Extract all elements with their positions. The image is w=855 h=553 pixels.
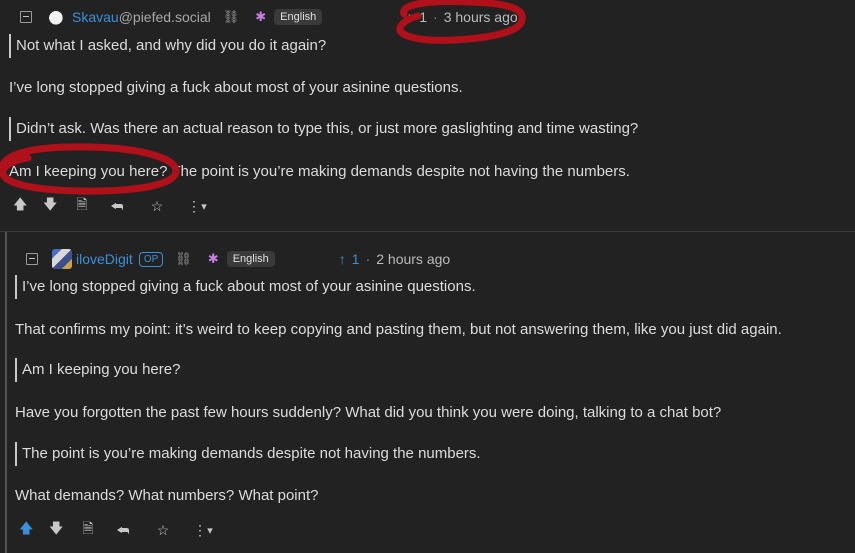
language-icon: ✱ [255, 9, 267, 24]
upvote-button[interactable]: 🡅 [13, 194, 27, 218]
downvote-button[interactable]: 🡇 [43, 194, 57, 218]
link-icon[interactable]: ⛓ [223, 9, 240, 25]
quote-block: The point is you’re making demands despi… [15, 442, 481, 466]
quote-block: Didn’t ask. Was there an actual reason t… [9, 117, 638, 141]
timestamp[interactable]: 2 hours ago [376, 251, 450, 267]
quote-block: Not what I asked, and why did you do it … [9, 34, 326, 58]
username-link[interactable]: Skavau [72, 9, 119, 25]
chevron-down-icon[interactable]: ▾ [205, 524, 215, 537]
comment-paragraph: That confirms my point: it’s weird to ke… [15, 321, 782, 338]
score-arrow-icon: ↑ [338, 251, 346, 267]
upvote-button[interactable]: 🡅 [19, 518, 33, 542]
chevron-down-icon[interactable]: ▾ [199, 200, 209, 213]
avatar[interactable] [52, 249, 72, 269]
comment-paragraph: I’ve long stopped giving a fuck about mo… [9, 79, 463, 96]
score-arrow-icon: ↑ [406, 9, 414, 25]
language-badge: English [274, 9, 323, 25]
link-icon[interactable]: ⛓ [175, 251, 192, 267]
separator-dot: · [433, 9, 438, 25]
comment-paragraph: Am I keeping you here? The point is you’… [9, 163, 630, 180]
view-source-button[interactable]: 🗎 [75, 194, 89, 218]
quote-block: I’ve long stopped giving a fuck about mo… [15, 275, 476, 299]
collapse-icon[interactable] [26, 253, 38, 265]
avatar[interactable] [46, 9, 68, 25]
more-options-button[interactable]: ⋮ [187, 198, 201, 215]
score-value: 1 [419, 9, 428, 25]
comment-header: iloveDigit OP ⛓ ✱ English ↑ 1 · 2 hours … [26, 249, 450, 269]
reply-button[interactable]: ⮪ [109, 198, 125, 215]
language-badge: English [226, 251, 275, 267]
comment-actions: 🡅 🡇 🗎 ⮪ ☆ ⋮ ▾ [13, 194, 209, 218]
separator-dot: · [365, 251, 371, 267]
op-badge: OP [138, 251, 164, 267]
comment-paragraph: Have you forgotten the past few hours su… [15, 404, 722, 421]
bookmark-button[interactable]: ☆ [155, 522, 171, 539]
view-source-button[interactable]: 🗎 [81, 518, 95, 542]
reply-button[interactable]: ⮪ [115, 522, 131, 539]
username-link[interactable]: iloveDigit [76, 251, 133, 267]
score-value: 1 [351, 251, 360, 267]
downvote-button[interactable]: 🡇 [49, 518, 63, 542]
comment-paragraph: What demands? What numbers? What point? [15, 487, 319, 504]
comment-ilovedigit: iloveDigit OP ⛓ ✱ English ↑ 1 · 2 hours … [5, 232, 855, 553]
comment-actions: 🡅 🡇 🗎 ⮪ ☆ ⋮ ▾ [19, 518, 215, 542]
timestamp[interactable]: 3 hours ago [444, 9, 518, 25]
quote-block: Am I keeping you here? [15, 358, 180, 382]
bookmark-button[interactable]: ☆ [149, 198, 165, 215]
instance-label: @piefed.social [118, 9, 211, 25]
comment-skavau: Skavau @piefed.social ⛓ ✱ English ↑ 1 · 3… [0, 0, 855, 230]
more-options-button[interactable]: ⋮ [193, 522, 207, 539]
collapse-icon[interactable] [20, 11, 32, 23]
comment-header: Skavau @piefed.social ⛓ ✱ English ↑ 1 · 3… [20, 8, 518, 26]
language-icon: ✱ [207, 251, 219, 266]
